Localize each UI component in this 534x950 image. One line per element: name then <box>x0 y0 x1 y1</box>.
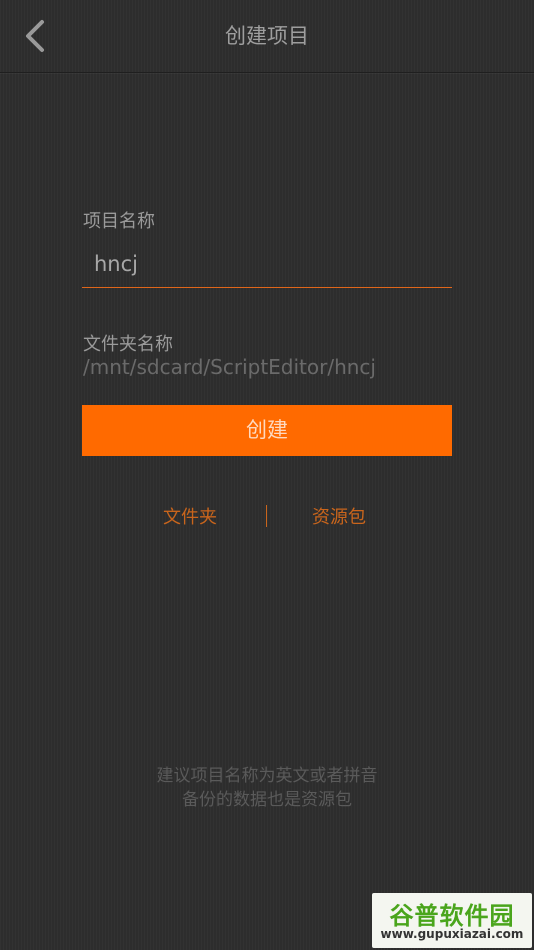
tab-divider <box>266 505 267 527</box>
chevron-left-icon <box>26 20 44 52</box>
hint-line-2: 备份的数据也是资源包 <box>182 790 352 810</box>
watermark-logo: 谷普软件园 www.gupuxiazai.com <box>372 893 532 948</box>
create-button[interactable]: 创建 <box>82 405 452 456</box>
project-name-label: 项目名称 <box>83 211 155 232</box>
page-title: 创建项目 <box>225 24 309 48</box>
top-bar: 创建项目 <box>0 0 534 73</box>
tab-resource-package[interactable]: 资源包 <box>312 503 366 529</box>
hint-line-1: 建议项目名称为英文或者拼音 <box>156 766 378 786</box>
folder-path-text: /mnt/sdcard/ScriptEditor/hncj <box>83 355 376 379</box>
watermark-url: www.gupuxiazai.com <box>380 927 524 941</box>
watermark-logo-text: 谷普软件园 <box>389 902 515 930</box>
folder-name-label: 文件夹名称 <box>83 334 173 355</box>
project-name-input[interactable] <box>82 240 452 288</box>
back-button[interactable] <box>14 14 58 58</box>
tab-folder[interactable]: 文件夹 <box>163 503 217 529</box>
